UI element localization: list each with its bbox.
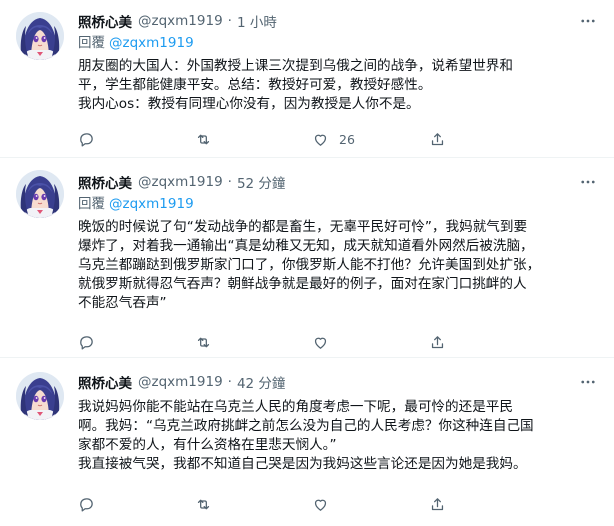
tweet-text-line: 就俄罗斯就得忍气吞声？朝鲜战争就是最好的例子，面对在家门口挑衅的人 [78,276,527,292]
like-button[interactable] [312,496,339,513]
retweet-button[interactable] [195,334,212,351]
tweet-header: 照桥心美 @zqxm1919 · 52 分鐘 [78,172,598,192]
user-handle[interactable]: @zqxm1919 [138,374,223,390]
share-icon [431,335,444,348]
more-icon[interactable] [578,173,598,191]
replying-to-label: 回覆 [78,196,105,212]
timestamp[interactable]: 52 分鐘 [237,172,285,192]
reply-icon [80,335,93,350]
tweet-header: 照桥心美 @zqxm1919 · 1 小時 [78,11,598,31]
more-icon[interactable] [578,373,598,391]
like-icon [314,337,327,349]
tweet-text-line: 我直接被气哭，我都不知道自己哭是因为我妈这些言论还是因为她是我妈。 [78,456,527,472]
more-icon[interactable] [578,12,598,30]
mention-link[interactable]: @zqxm1919 [109,196,194,212]
separator-dot: · [227,13,232,29]
reply-icon [80,132,93,147]
replying-to: 回覆 @zqxm1919 [78,33,598,53]
share-icon [431,497,444,510]
action-bar [78,494,498,514]
display-name[interactable]: 照桥心美 [78,172,132,192]
tweet-text-line: 啊。我妈：“乌克兰政府挑衅之前怎么没为自己的人民考虑？你这种连自己国 [78,418,534,434]
tweet[interactable]: 照桥心美 @zqxm1919 · 42 分鐘 我说妈妈你能不能站在乌克兰人民的角… [0,358,614,526]
reply-button[interactable] [78,496,95,513]
reply-icon [80,497,93,512]
tweet-text-line: 乌克兰都蹦跶到俄罗斯家门口了，你俄罗斯人能不打他？允许美国到处扩张， [78,257,541,273]
timestamp[interactable]: 42 分鐘 [237,372,285,392]
retweet-icon [197,134,210,144]
reply-button[interactable] [78,131,95,148]
tweet-header: 照桥心美 @zqxm1919 · 42 分鐘 [78,372,598,392]
tweet-text-line: 朋友圈的大国人：外国教授上课三次提到乌俄之间的战争，说希望世界和 [78,58,513,74]
avatar[interactable] [16,170,64,218]
separator-dot: · [227,374,232,390]
display-name[interactable]: 照桥心美 [78,11,132,31]
tweet-text-line: 平，学生都能健康平安。总结：教授好可爱，教授好感性。 [78,77,432,93]
action-bar [78,332,498,352]
share-button[interactable] [429,496,446,513]
like-button[interactable]: 26 [312,131,355,148]
retweet-button[interactable] [195,131,212,148]
separator-dot: · [227,174,232,190]
avatar[interactable] [16,372,64,420]
tweet-text-line: 不能忍气吞声” [78,295,167,311]
tweet-text: 我说妈妈你能不能站在乌克兰人民的角度考虑一下呢，最可怜的还是平民 啊。我妈：“乌… [78,398,598,474]
user-handle[interactable]: @zqxm1919 [138,13,223,29]
display-name[interactable]: 照桥心美 [78,372,132,392]
tweet-text-line: 晚饭的时候说了句“发动战争的都是畜生，无辜平民好可怜”，我妈就气到要 [78,219,528,235]
retweet-icon [197,499,210,509]
tweet-text-line: 我说妈妈你能不能站在乌克兰人民的角度考虑一下呢，最可怜的还是平民 [78,399,513,415]
action-bar: 26 [78,129,498,149]
avatar[interactable] [16,12,64,60]
mention-link[interactable]: @zqxm1919 [109,35,194,51]
tweet-text: 晚饭的时候说了句“发动战争的都是畜生，无辜平民好可怜”，我妈就气到要 爆炸了，对… [78,218,598,313]
like-icon [314,499,327,511]
tweet-text-line: 爆炸了，对着我一通输出“真是幼稚又无知，成天就知道看外网然后被洗脑， [78,238,534,254]
tweet[interactable]: 照桥心美 @zqxm1919 · 52 分鐘 回覆 @zqxm1919 晚饭的时候… [0,158,614,358]
share-button[interactable] [429,131,446,148]
tweet[interactable]: 照桥心美 @zqxm1919 · 1 小時 回覆 @zqxm1919 朋友圈的大国… [0,0,614,158]
user-handle[interactable]: @zqxm1919 [138,174,223,190]
like-button[interactable] [312,334,339,351]
replying-to-label: 回覆 [78,35,105,51]
reply-button[interactable] [78,334,95,351]
timestamp[interactable]: 1 小時 [237,11,277,31]
share-button[interactable] [429,334,446,351]
tweet-text-line: 我内心os：教授有同理心你没有，因为教授是人你不是。 [78,96,420,112]
retweet-icon [197,337,210,347]
replying-to: 回覆 @zqxm1919 [78,194,598,214]
share-icon [431,132,444,145]
like-count: 26 [339,131,355,147]
tweet-text-line: 家都不爱的人，有什么资格在里悲天悯人。” [78,437,337,453]
tweet-text: 朋友圈的大国人：外国教授上课三次提到乌俄之间的战争，说希望世界和 平，学生都能健… [78,57,598,114]
like-icon [314,134,327,146]
retweet-button[interactable] [195,496,212,513]
